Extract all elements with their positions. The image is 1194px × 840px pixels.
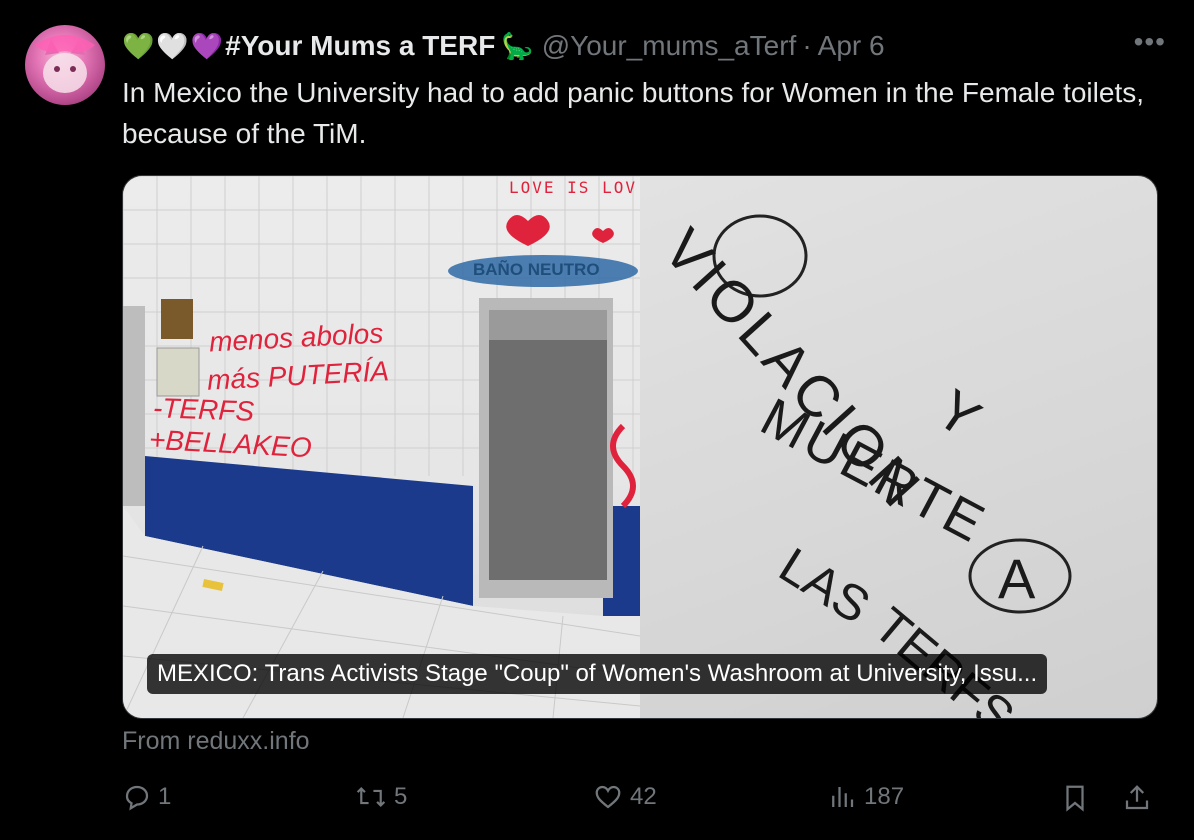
share-icon: [1125, 785, 1149, 810]
card-caption[interactable]: MEXICO: Trans Activists Stage "Coup" of …: [147, 654, 1048, 694]
reply-count: 1: [158, 783, 172, 810]
green-heart-icon: 💚: [122, 31, 155, 61]
like-button[interactable]: 42: [592, 782, 657, 812]
dinosaur-icon: 🦕: [501, 30, 534, 61]
action-bar: 1 5 42 187: [122, 782, 1162, 822]
reply-icon: [125, 785, 149, 811]
link-card[interactable]: LOVE IS LOV menos abolos más PUTERÍA -TE…: [122, 175, 1158, 719]
avatar[interactable]: [25, 25, 105, 105]
share-button[interactable]: [1122, 782, 1158, 814]
purple-heart-icon: 💜: [190, 31, 224, 61]
heart-emojis: 💚 🤍 💜: [122, 33, 223, 59]
tweet-text: In Mexico the University had to add pani…: [122, 77, 1144, 149]
heart-icon: [595, 785, 621, 809]
card-image-right: VIOLACION Y MUERTE A LAS TERFS: [640, 176, 1157, 718]
repost-icon: [356, 786, 386, 808]
repost-count: 5: [394, 783, 408, 810]
white-heart-icon: 🤍: [156, 31, 189, 61]
bookmark-button[interactable]: [1060, 782, 1096, 814]
card-source[interactable]: From reduxx.info: [122, 727, 310, 756]
graffiti-line-3: -TERFS: [152, 392, 255, 427]
author-name[interactable]: #Your Mums a TERF: [225, 30, 495, 62]
more-options-icon[interactable]: •••: [1134, 28, 1166, 56]
reply-button[interactable]: 1: [122, 782, 171, 812]
graffiti-a: A: [998, 547, 1036, 610]
separator-dot: ·: [802, 30, 812, 61]
author-handle[interactable]: @Your_mums_aTerf: [542, 30, 797, 62]
card-image-left: LOVE IS LOV menos abolos más PUTERÍA -TE…: [123, 176, 640, 718]
bookmark-icon: [1066, 785, 1084, 812]
tweet-header: 💚 🤍 💜 #Your Mums a TERF 🦕 @Your_mums_aTe…: [122, 28, 1164, 64]
views-button[interactable]: 187: [826, 782, 904, 812]
views-count: 187: [864, 783, 905, 810]
repost-button[interactable]: 5: [354, 782, 407, 812]
views-icon: [832, 787, 854, 807]
graffiti-door: BAÑO NEUTRO: [473, 260, 600, 279]
tweet-date[interactable]: Apr 6: [818, 30, 885, 62]
like-count: 42: [630, 783, 657, 810]
graffiti-love: LOVE IS LOV: [509, 178, 637, 197]
